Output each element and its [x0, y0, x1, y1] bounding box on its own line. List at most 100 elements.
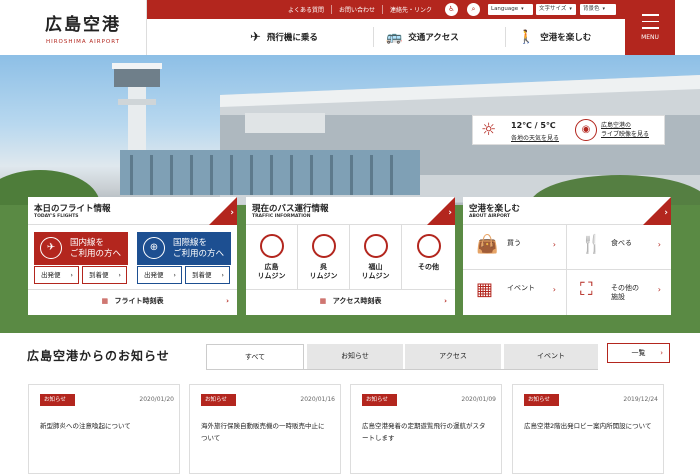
search-icon[interactable]: ⌕ [467, 3, 480, 16]
weather-link[interactable]: 各地の天気を見る [511, 133, 559, 142]
flight-timetable-link[interactable]: ▦ フライト時刻表 › [28, 289, 237, 313]
sun-icon: ☼ [481, 120, 497, 140]
route-label: 広島 リムジン [257, 263, 286, 280]
site-logo[interactable]: 広島空港 HIROSHIMA AIRPORT [20, 0, 147, 55]
international-button[interactable]: ⊕ 国際線を ご利用の方へ [137, 232, 231, 265]
category-badge: お知らせ [40, 394, 75, 406]
domestic-label: 国内線を ご利用の方へ [70, 238, 122, 259]
nav-divider [373, 27, 374, 47]
links-link[interactable]: 連絡先・リンク [383, 5, 439, 14]
news-date: 2019/12/24 [623, 396, 658, 403]
nav-fly[interactable]: ✈ 飛行機に乗る [250, 19, 318, 55]
domestic-arrivals-button[interactable]: 到着便 [82, 266, 127, 284]
temperature: 12℃ / 5℃ [511, 121, 556, 130]
globe-icon: ⊕ [143, 237, 165, 259]
live-camera-icon: ◉ [575, 119, 597, 141]
walker-icon: 🚶 [518, 29, 535, 45]
shopping-bag-icon: 👜 [476, 234, 499, 255]
tab-access[interactable]: アクセス [405, 344, 501, 369]
nav-access[interactable]: 🚌 交通アクセス [386, 19, 459, 55]
category-badge: お知らせ [201, 394, 236, 406]
arrow-right-icon: › [230, 208, 234, 218]
category-badge: お知らせ [362, 394, 397, 406]
chevron-right-icon: › [444, 297, 447, 305]
chevron-right-icon: › [226, 297, 229, 305]
domestic-button[interactable]: ✈ 国内線を ご利用の方へ [34, 232, 128, 265]
enjoy-event[interactable]: ▦ イベント › [463, 270, 567, 315]
news-date: 2020/01/20 [139, 396, 174, 403]
nav-enjoy-label: 空港を楽しむ [540, 33, 592, 43]
intl-departures-button[interactable]: 出発便 [137, 266, 182, 284]
news-card[interactable]: お知らせ 2020/01/20 新型肺炎への注意喚起について [28, 384, 180, 474]
news-text: 海外旅行保険自動販売機の一時販売中止について [201, 422, 325, 442]
international-label: 国際線を ご利用の方へ [173, 238, 225, 259]
calendar-icon: ▦ [101, 297, 109, 305]
nav-enjoy[interactable]: 🚶 空港を楽しむ [518, 19, 591, 55]
flight-timetable-label: フライト時刻表 [114, 297, 164, 305]
bus-panel: 現在のバス運行情報 TRAFFIC INFORMATION › 広島 リムジン 呉… [246, 197, 455, 315]
enjoy-facilities-label: その他の 施設 [611, 284, 639, 301]
chevron-right-icon: › [552, 285, 556, 294]
site-header: 広島空港 HIROSHIMA AIRPORT よくある質問 お問い合わせ 連絡先… [0, 0, 700, 55]
bg-color-select[interactable]: 背景色 [580, 4, 616, 15]
live-line2: ライブ映像を見る [601, 131, 650, 138]
enjoy-eat[interactable]: 🍴 食べる › [567, 225, 671, 270]
tab-events[interactable]: イベント [504, 344, 598, 369]
intl-arrivals-button[interactable]: 到着便 [185, 266, 230, 284]
flights-panel: 本日のフライト情報 TODAY'S FLIGHTS › ✈ 国内線を ご利用の方… [28, 197, 237, 315]
news-text: 広島空港2階出発ロビー案内所開設について [524, 422, 652, 430]
status-circle-icon [311, 234, 336, 258]
enjoy-header[interactable]: 空港を楽しむ ABOUT AIRPORT › [463, 197, 671, 225]
font-size-select[interactable]: 文字サイズ [536, 4, 576, 15]
news-card[interactable]: お知らせ 2020/01/09 広島空港発着の定期遊覧飛行の運航がスタートします [350, 384, 502, 474]
nav-divider [505, 27, 506, 47]
language-select[interactable]: Language [488, 4, 533, 15]
news-list-button[interactable]: 一覧 [607, 343, 670, 363]
status-circle-icon [363, 234, 388, 258]
flights-title: 本日のフライト情報 [34, 204, 111, 214]
chevron-right-icon: › [552, 240, 556, 249]
enjoy-panel: 空港を楽しむ ABOUT AIRPORT › 👜 買う › 🍴 食べる › ▦ … [463, 197, 671, 315]
faq-link[interactable]: よくある質問 [281, 5, 333, 14]
category-badge: お知らせ [524, 394, 559, 406]
news-card[interactable]: お知らせ 2020/01/16 海外旅行保険自動販売機の一時販売中止について [189, 384, 341, 474]
menu-button[interactable]: MENU [625, 0, 675, 55]
bus-route-fukuyama[interactable]: 福山 リムジン [350, 225, 402, 289]
enjoy-title: 空港を楽しむ [469, 204, 521, 214]
enjoy-shop-label: 買う [507, 239, 521, 247]
bus-route-hiroshima[interactable]: 広島 リムジン [246, 225, 298, 289]
bus-route-other[interactable]: その他 [402, 225, 455, 289]
contact-link[interactable]: お問い合わせ [332, 5, 384, 14]
domestic-departures-button[interactable]: 出発便 [34, 266, 79, 284]
tab-notices[interactable]: お知らせ [307, 344, 403, 369]
access-timetable-link[interactable]: ▦ アクセス時刻表 › [246, 289, 455, 313]
tab-all[interactable]: すべて [206, 344, 304, 370]
news-card[interactable]: お知らせ 2019/12/24 広島空港2階出発ロビー案内所開設について [512, 384, 664, 474]
weather-widget: ☼ 12℃ / 5℃ 各地の天気を見る ◉ 広島空港の ライブ映像を見る [472, 115, 665, 145]
enjoy-facilities[interactable]: ⛶ その他の 施設 › [567, 270, 671, 315]
route-label: その他 [418, 263, 439, 271]
airplane-icon: ✈ [250, 29, 261, 45]
enjoy-eat-label: 食べる [611, 239, 632, 247]
calendar-icon: ▦ [476, 279, 494, 300]
access-timetable-label: アクセス時刻表 [332, 297, 382, 305]
route-label: 呉リムジン [309, 263, 338, 280]
enjoy-shop[interactable]: 👜 買う › [463, 225, 567, 270]
accessibility-icon[interactable]: ♿ [445, 3, 458, 16]
live-video-link[interactable]: 広島空港の ライブ映像を見る [601, 121, 649, 139]
bus-route-kure[interactable]: 呉リムジン [298, 225, 350, 289]
bus-header[interactable]: 現在のバス運行情報 TRAFFIC INFORMATION › [246, 197, 455, 225]
tab-underline [206, 369, 598, 370]
flights-header[interactable]: 本日のフライト情報 TODAY'S FLIGHTS › [28, 197, 237, 225]
bus-subtitle: TRAFFIC INFORMATION [252, 214, 311, 219]
cutlery-icon: 🍴 [580, 234, 603, 255]
hamburger-icon [641, 14, 659, 29]
arrow-right-icon: › [664, 208, 668, 218]
enjoy-event-label: イベント [507, 284, 535, 292]
utility-links: よくある質問 お問い合わせ 連絡先・リンク [281, 0, 439, 19]
menu-label: MENU [641, 33, 659, 41]
news-text: 広島空港発着の定期遊覧飛行の運航がスタートします [362, 422, 486, 442]
status-circle-icon [259, 234, 284, 258]
live-line1: 広島空港の [601, 122, 632, 129]
news-heading: 広島空港からのお知らせ [27, 349, 170, 363]
